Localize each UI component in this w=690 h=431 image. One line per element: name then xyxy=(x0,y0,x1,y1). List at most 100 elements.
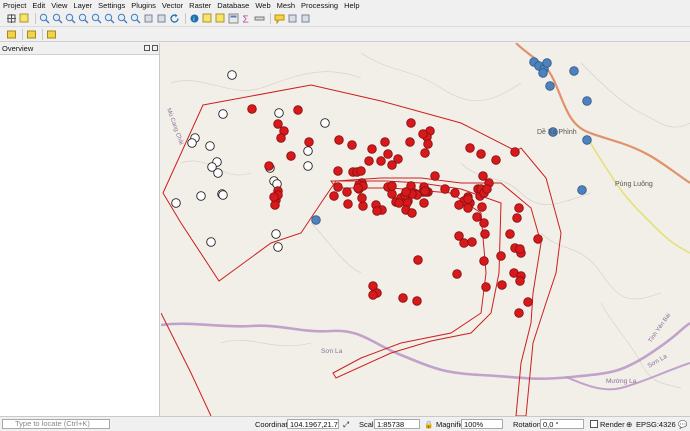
red-point-marker[interactable] xyxy=(372,206,382,216)
blue-point-marker[interactable] xyxy=(538,68,548,78)
zoom-to-layer-icon[interactable] xyxy=(91,13,102,24)
red-point-marker[interactable] xyxy=(356,166,366,176)
white-point-marker[interactable] xyxy=(303,161,313,171)
red-point-marker[interactable] xyxy=(264,161,274,171)
style-manager-icon[interactable] xyxy=(46,29,57,40)
zoom-full-icon[interactable] xyxy=(65,13,76,24)
menu-raster[interactable]: Raster xyxy=(186,0,214,11)
menu-vector[interactable]: Vector xyxy=(159,0,186,11)
white-point-marker[interactable] xyxy=(205,141,215,151)
blue-point-marker[interactable] xyxy=(542,58,552,68)
blue-point-marker[interactable] xyxy=(582,135,592,145)
open-project-icon[interactable] xyxy=(26,29,37,40)
add-layer-icon[interactable] xyxy=(6,29,17,40)
zoom-in-icon[interactable] xyxy=(39,13,50,24)
red-point-marker[interactable] xyxy=(418,129,428,139)
zoom-out-icon[interactable] xyxy=(52,13,63,24)
measure-icon[interactable] xyxy=(254,13,265,24)
red-point-marker[interactable] xyxy=(420,186,430,196)
menu-database[interactable]: Database xyxy=(214,0,252,11)
red-point-marker[interactable] xyxy=(423,139,433,149)
render-checkbox[interactable] xyxy=(590,420,598,428)
white-point-marker[interactable] xyxy=(196,191,206,201)
zoom-next-icon[interactable] xyxy=(130,13,141,24)
blue-point-marker[interactable] xyxy=(577,185,587,195)
red-point-marker[interactable] xyxy=(367,144,377,154)
red-point-marker[interactable] xyxy=(505,229,515,239)
red-point-marker[interactable] xyxy=(496,251,506,261)
red-point-marker[interactable] xyxy=(454,231,464,241)
messages-icon[interactable]: 💬 xyxy=(678,419,687,430)
red-point-marker[interactable] xyxy=(387,160,397,170)
red-point-marker[interactable] xyxy=(343,199,353,209)
red-point-marker[interactable] xyxy=(334,135,344,145)
statistics-icon[interactable]: Σ xyxy=(241,13,252,25)
red-point-marker[interactable] xyxy=(479,218,489,228)
red-point-marker[interactable] xyxy=(329,191,339,201)
map-canvas[interactable]: Dề Xa Phình Pùng Luông Sơn La Sơn La Mườ… xyxy=(161,43,690,416)
white-point-marker[interactable] xyxy=(303,146,313,156)
white-point-marker[interactable] xyxy=(218,109,228,119)
menu-view[interactable]: View xyxy=(48,0,70,11)
select-icon[interactable] xyxy=(202,13,213,24)
red-point-marker[interactable] xyxy=(510,147,520,157)
blue-point-marker[interactable] xyxy=(545,81,555,91)
red-point-marker[interactable] xyxy=(476,149,486,159)
red-point-marker[interactable] xyxy=(333,166,343,176)
menu-settings[interactable]: Settings xyxy=(95,0,128,11)
rotation-field[interactable]: 0,0 ° xyxy=(540,419,584,429)
scale-field[interactable]: 1:85738 xyxy=(374,419,420,429)
red-point-marker[interactable] xyxy=(472,212,482,222)
white-point-marker[interactable] xyxy=(271,229,281,239)
menu-web[interactable]: Web xyxy=(252,0,273,11)
text-annotation-icon[interactable] xyxy=(300,13,311,24)
refresh-icon[interactable] xyxy=(169,13,180,24)
red-point-marker[interactable] xyxy=(479,256,489,266)
red-point-marker[interactable] xyxy=(333,182,343,192)
menu-help[interactable]: Help xyxy=(341,0,362,11)
locator-search-input[interactable]: Type to locate (Ctrl+K) xyxy=(2,419,110,429)
red-point-marker[interactable] xyxy=(270,200,280,210)
crs-button[interactable]: EPSG:4326 xyxy=(636,419,676,430)
red-point-marker[interactable] xyxy=(512,213,522,223)
map-tips-icon[interactable] xyxy=(274,13,285,24)
red-point-marker[interactable] xyxy=(412,296,422,306)
red-point-marker[interactable] xyxy=(419,198,429,208)
red-point-marker[interactable] xyxy=(481,282,491,292)
red-point-marker[interactable] xyxy=(347,140,357,150)
red-point-marker[interactable] xyxy=(463,194,473,204)
red-point-marker[interactable] xyxy=(454,200,464,210)
zoom-to-selection-icon[interactable] xyxy=(78,13,89,24)
temporal-icon[interactable] xyxy=(156,13,167,24)
red-point-marker[interactable] xyxy=(480,229,490,239)
red-point-marker[interactable] xyxy=(293,105,303,115)
red-point-marker[interactable] xyxy=(465,143,475,153)
red-point-marker[interactable] xyxy=(383,149,393,159)
red-point-marker[interactable] xyxy=(394,198,404,208)
pan-icon[interactable] xyxy=(6,13,17,24)
red-point-marker[interactable] xyxy=(401,187,411,197)
blue-point-marker[interactable] xyxy=(569,66,579,76)
menu-mesh[interactable]: Mesh xyxy=(274,0,298,11)
red-point-marker[interactable] xyxy=(376,156,386,166)
red-point-marker[interactable] xyxy=(353,183,363,193)
red-point-marker[interactable] xyxy=(304,137,314,147)
red-point-marker[interactable] xyxy=(387,181,397,191)
red-point-marker[interactable] xyxy=(407,208,417,218)
blue-point-marker[interactable] xyxy=(311,215,321,225)
red-point-marker[interactable] xyxy=(523,297,533,307)
red-point-marker[interactable] xyxy=(273,119,283,129)
zoom-native-icon[interactable] xyxy=(104,13,115,24)
red-point-marker[interactable] xyxy=(491,155,501,165)
red-point-marker[interactable] xyxy=(247,104,257,114)
white-point-marker[interactable] xyxy=(213,168,223,178)
zoom-last-icon[interactable] xyxy=(117,13,128,24)
red-point-marker[interactable] xyxy=(406,118,416,128)
red-point-marker[interactable] xyxy=(269,192,279,202)
red-point-marker[interactable] xyxy=(482,184,492,194)
red-point-marker[interactable] xyxy=(497,280,507,290)
red-point-marker[interactable] xyxy=(515,276,525,286)
menu-processing[interactable]: Processing xyxy=(298,0,341,11)
menu-edit[interactable]: Edit xyxy=(29,0,48,11)
identify-icon[interactable]: i xyxy=(189,13,200,24)
